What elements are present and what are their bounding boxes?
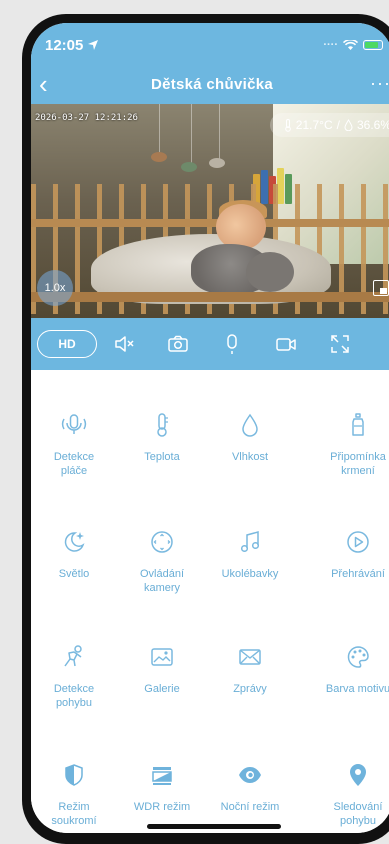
fullscreen-icon <box>331 335 349 353</box>
feature-humidity[interactable]: Vlhkost <box>205 412 295 464</box>
camera-control-icon <box>151 531 173 553</box>
feature-label: Barva motivu <box>325 683 389 695</box>
bottle-icon <box>352 413 364 436</box>
location-arrow-icon <box>88 40 99 50</box>
live-video-feed[interactable]: 2026-03-27 12:21:26 21.7°C / 36.6% 1.0x <box>31 104 389 318</box>
mobile-toy <box>151 152 167 162</box>
feature-cry-detection[interactable]: Detekce pláče <box>31 412 119 478</box>
feature-label: Galerie <box>144 683 180 695</box>
fullscreen-button[interactable] <box>313 318 367 370</box>
crib-rail <box>31 219 389 227</box>
envelope-icon <box>239 649 261 665</box>
humidity-icon <box>242 413 258 437</box>
location-pin-icon <box>350 764 366 786</box>
app-header: 12:05 ···· ‹ Dětská chůvička ··· <box>31 23 389 104</box>
environment-readout[interactable]: 21.7°C / 36.6% <box>269 113 389 137</box>
feature-gallery[interactable]: Galerie <box>117 644 207 696</box>
feature-label: Připomínka krmení <box>330 451 386 477</box>
screen: 12:05 ···· ‹ Dětská chůvička ··· 2026-03… <box>31 23 389 833</box>
zoom-level-button[interactable]: 1.0x <box>37 270 73 306</box>
plush-elephant-head <box>246 252 294 292</box>
feature-privacy-mode[interactable]: Režim soukromí <box>31 762 119 828</box>
snapshot-button[interactable] <box>151 318 205 370</box>
palette-icon <box>347 646 369 668</box>
feature-grid: Detekce pláče Teplota Vlhkost Připomínka… <box>31 370 389 833</box>
play-icon <box>347 531 369 553</box>
feature-messages[interactable]: Zprávy <box>205 644 295 696</box>
feature-label: Ukolébavky <box>221 568 279 580</box>
nav-bar: ‹ Dětská chůvička ··· <box>31 69 389 99</box>
crib-rail-bottom <box>31 292 389 302</box>
video-controls: HD <box>31 318 389 370</box>
feature-label: Sledování pohybu <box>333 801 383 827</box>
mobile-string <box>219 104 220 160</box>
hd-quality-button[interactable]: HD <box>37 330 97 358</box>
feature-label: Detekce pohybu <box>53 683 95 709</box>
speaker-mute-icon <box>115 336 134 352</box>
mobile-string <box>159 104 160 154</box>
mobile-string <box>191 104 192 166</box>
feature-label: Přehrávání <box>331 568 385 580</box>
privacy-shield-icon <box>65 764 83 786</box>
microphone-icon <box>227 334 237 354</box>
feature-label: Ovládání kamery <box>139 568 185 594</box>
page-title: Dětská chůvička <box>150 75 274 93</box>
feature-theme-color[interactable]: Barva motivu <box>313 644 389 696</box>
feature-camera-control[interactable]: Ovládání kamery <box>117 529 207 595</box>
mobile-toy <box>181 162 197 172</box>
feature-label: Teplota <box>144 451 180 463</box>
feature-motion-detection[interactable]: Detekce pohybu <box>31 644 119 710</box>
feature-label: Detekce pláče <box>53 451 95 477</box>
feature-label: Zprávy <box>233 683 267 695</box>
feature-light[interactable]: Světlo <box>31 529 119 581</box>
thermometer-small-icon <box>284 118 291 132</box>
feature-label: Vlhkost <box>231 451 269 463</box>
phone-frame: 12:05 ···· ‹ Dětská chůvička ··· 2026-03… <box>22 14 389 844</box>
motion-icon <box>64 645 82 667</box>
feature-label: WDR režim <box>133 801 191 813</box>
feature-label: Noční režim <box>220 801 280 813</box>
feature-playback[interactable]: Přehrávání <box>313 529 389 581</box>
feature-feeding-reminder[interactable]: Připomínka krmení <box>313 412 389 478</box>
talk-button[interactable] <box>205 318 259 370</box>
temperature-value: 21.7°C <box>295 118 333 132</box>
mute-button[interactable] <box>97 318 151 370</box>
video-camera-icon <box>276 338 296 351</box>
cry-detection-icon <box>61 414 87 434</box>
eye-icon <box>239 767 261 783</box>
status-bar: 12:05 ···· <box>45 35 383 55</box>
feature-label: Režim soukromí <box>51 801 97 827</box>
droplet-small-icon <box>344 119 353 131</box>
gallery-icon <box>151 648 173 666</box>
humidity-value: 36.6% <box>356 118 389 132</box>
readout-separator: / <box>336 118 340 132</box>
feature-lullabies[interactable]: Ukolébavky <box>205 529 295 581</box>
more-button[interactable]: ··· <box>370 73 389 94</box>
wifi-icon <box>343 39 358 50</box>
signal-dots: ···· <box>323 39 338 51</box>
thermometer-icon <box>157 413 168 437</box>
feature-label: Světlo <box>58 568 90 580</box>
feature-wdr-mode[interactable]: WDR režim <box>117 762 207 814</box>
status-time: 12:05 <box>45 36 84 54</box>
mobile-toy <box>209 158 225 168</box>
back-button[interactable]: ‹ <box>39 71 48 97</box>
night-light-icon <box>64 532 85 552</box>
video-timestamp: 2026-03-27 12:21:26 <box>35 113 138 123</box>
feature-night-mode[interactable]: Noční režim <box>205 762 295 814</box>
picture-in-picture-icon[interactable] <box>373 280 389 296</box>
battery-icon <box>363 40 383 50</box>
camera-icon <box>168 335 188 352</box>
feature-motion-tracking[interactable]: Sledování pohybu <box>313 762 389 828</box>
record-button[interactable] <box>259 318 313 370</box>
feature-temperature[interactable]: Teplota <box>117 412 207 464</box>
wdr-icon <box>152 767 172 785</box>
music-icon <box>240 531 260 553</box>
